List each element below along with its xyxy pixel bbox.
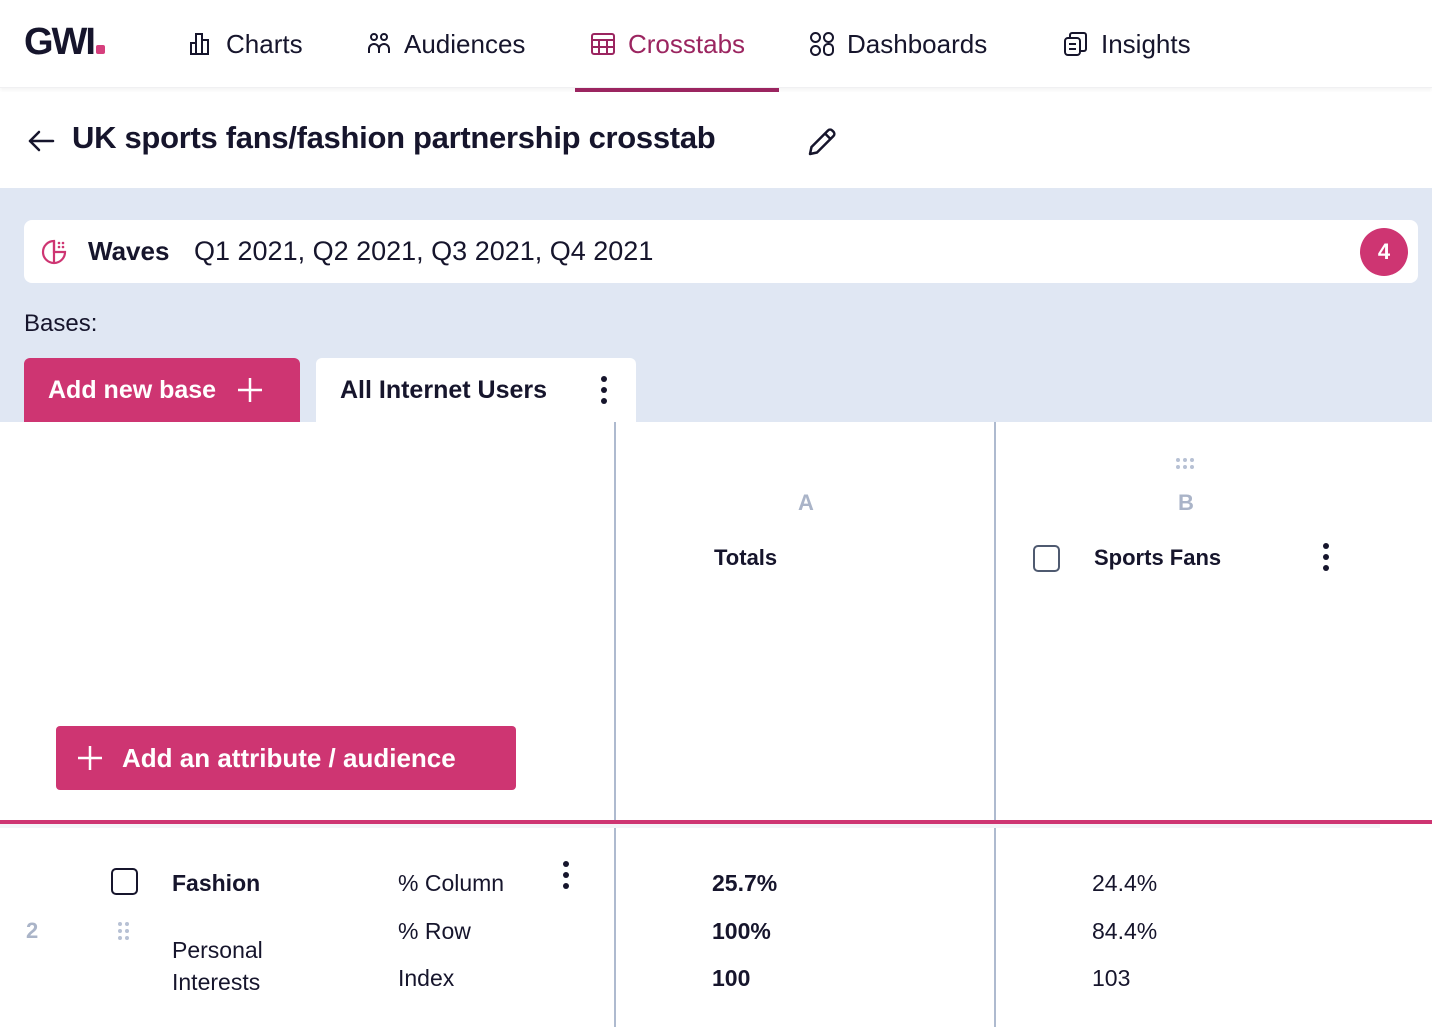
nav-item-audiences[interactable]: Audiences — [366, 24, 525, 64]
column-drag-handle-icon[interactable] — [1176, 458, 1194, 469]
cell-sports-fans-column-pct: 24.4% — [1092, 870, 1158, 896]
bases-label: Bases: — [24, 310, 98, 337]
cell-totals-column-pct: 25.7% — [712, 870, 778, 896]
bar-chart-icon — [190, 33, 209, 55]
plus-icon — [238, 378, 263, 402]
documents-icon — [1064, 32, 1087, 56]
row-drag-handle-icon[interactable] — [118, 922, 129, 940]
column-title-totals: Totals — [714, 545, 778, 570]
column-checkbox-sports-fans[interactable] — [1033, 545, 1060, 572]
row-title: Fashion — [172, 870, 261, 896]
add-attribute-label: Add an attribute / audience — [122, 742, 456, 773]
nav-item-label: Crosstabs — [628, 28, 746, 59]
row-number: 2 — [26, 918, 39, 943]
metric-label-row-pct: % Row — [398, 918, 471, 944]
column-divider — [614, 422, 616, 1027]
cell-sports-fans-index: 103 — [1092, 965, 1131, 991]
nav-item-label: Insights — [1101, 28, 1191, 59]
add-new-base-label: Add new base — [48, 375, 217, 404]
gwi-logo[interactable]: GWI — [24, 22, 105, 62]
back-arrow-icon[interactable] — [26, 126, 56, 156]
waves-count-badge: 4 — [1360, 228, 1408, 276]
column-title-sports-fans: Sports Fans — [1094, 545, 1222, 570]
waves-value: Q1 2021, Q2 2021, Q3 2021, Q4 2021 — [194, 236, 654, 266]
table-grid-icon — [591, 33, 615, 55]
row-subtitle: Personal Interests — [172, 937, 263, 995]
row-options-kebab-icon[interactable] — [563, 861, 569, 889]
base-tab-label: All Internet Users — [340, 375, 548, 404]
column-divider — [994, 422, 996, 1027]
metric-label-index: Index — [398, 965, 455, 991]
add-new-base-button[interactable]: Add new base — [24, 358, 300, 422]
cell-sports-fans-row-pct: 84.4% — [1092, 918, 1158, 944]
row-checkbox-fashion[interactable] — [111, 868, 138, 895]
logo-dot — [95, 45, 105, 54]
cell-totals-index: 100 — [712, 965, 751, 991]
nav-item-charts[interactable]: Charts — [188, 24, 303, 64]
base-options-kebab-icon[interactable] — [601, 376, 607, 404]
nav-item-insights[interactable]: Insights — [1063, 24, 1191, 64]
header-divider-shadow — [0, 824, 1380, 828]
crosstab-config-band: Waves Q1 2021, Q2 2021, Q3 2021, Q4 2021… — [0, 188, 1432, 422]
waves-label: Waves — [88, 236, 170, 266]
add-attribute-audience-button[interactable]: Add an attribute / audience — [56, 726, 516, 790]
waves-pie-icon — [41, 239, 67, 265]
top-navigation: GWI Charts Audiences Crosstabs Dashboard… — [0, 0, 1432, 88]
title-row: UK sports fans/fashion partnership cross… — [0, 92, 1432, 188]
page-title: UK sports fans/fashion partnership cross… — [72, 120, 716, 155]
nav-item-crosstabs[interactable]: Crosstabs — [590, 24, 745, 64]
waves-selector[interactable]: Waves Q1 2021, Q2 2021, Q3 2021, Q4 2021… — [24, 220, 1418, 283]
column-options-kebab-icon[interactable] — [1323, 543, 1329, 571]
cell-totals-row-pct: 100% — [712, 918, 771, 944]
plus-icon — [78, 746, 102, 770]
nav-item-label: Audiences — [404, 28, 526, 59]
nav-item-dashboards[interactable]: Dashboards — [809, 24, 987, 64]
base-tab-all-internet-users[interactable]: All Internet Users — [316, 358, 636, 422]
nav-item-label: Dashboards — [847, 28, 988, 59]
metric-label-column-pct: % Column — [398, 870, 505, 896]
pencil-edit-icon[interactable] — [804, 124, 840, 160]
column-letter-a: A — [798, 490, 814, 515]
dashboard-grid-icon — [810, 32, 834, 56]
people-icon — [368, 33, 390, 53]
nav-item-label: Charts — [226, 28, 303, 59]
column-letter-b: B — [1178, 490, 1194, 515]
